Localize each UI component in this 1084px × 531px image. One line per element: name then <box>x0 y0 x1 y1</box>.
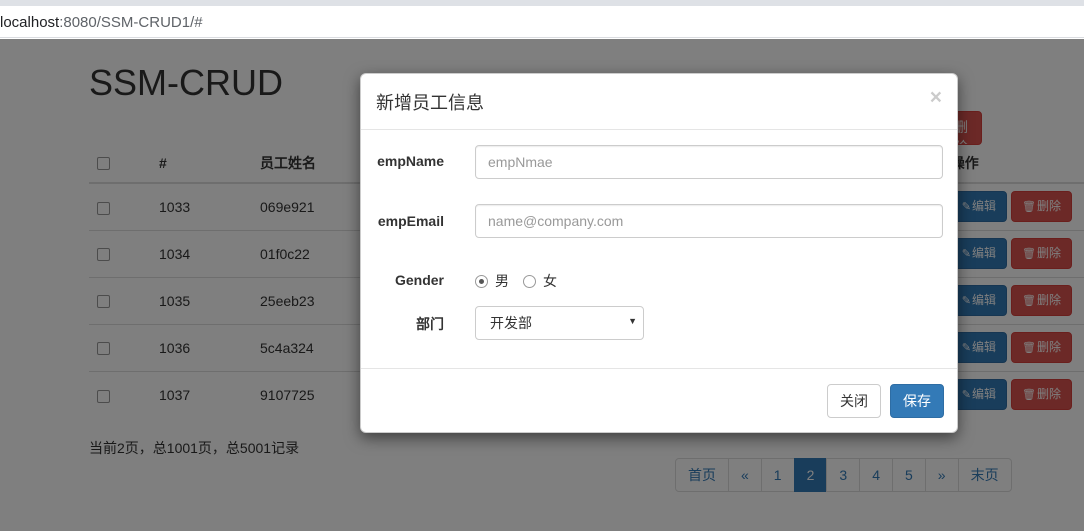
radio-unchecked-icon <box>523 274 536 288</box>
modal-body: empName empEmail Gender 男 女 部门 开发部 ▼ <box>361 130 957 368</box>
add-employee-modal: 新增员工信息 × empName empEmail Gender 男 女 部门 … <box>360 73 958 433</box>
emp-email-input[interactable] <box>475 204 943 238</box>
modal-close-icon[interactable]: × <box>930 86 942 110</box>
dept-label: 部门 <box>416 316 444 332</box>
gender-radio-female[interactable]: 女 <box>523 271 557 291</box>
gender-radio-male[interactable]: 男 <box>475 271 509 291</box>
radio-checked-icon <box>475 274 488 288</box>
url-host: localhost <box>0 14 60 31</box>
save-button[interactable]: 保存 <box>890 384 944 418</box>
dept-select[interactable]: 开发部 ▼ <box>475 306 644 340</box>
emp-name-input[interactable] <box>475 145 943 179</box>
dept-selected-value: 开发部 <box>490 315 532 331</box>
url-text[interactable]: localhost:8080/SSM-CRUD1/# <box>0 14 203 31</box>
modal-header: 新增员工信息 × <box>361 74 957 130</box>
gender-female-label: 女 <box>543 273 557 289</box>
emp-email-label: empEmail <box>377 213 444 229</box>
gender-male-label: 男 <box>495 273 509 289</box>
emp-name-label: empName <box>377 153 444 169</box>
close-button[interactable]: 关闭 <box>827 384 881 418</box>
gender-label: Gender <box>394 272 444 288</box>
url-path: :8080/SSM-CRUD1/# <box>59 14 203 31</box>
address-bar[interactable]: localhost:8080/SSM-CRUD1/# <box>0 6 1084 38</box>
dropdown-caret-icon: ▼ <box>628 316 637 326</box>
modal-title: 新增员工信息 <box>376 93 484 114</box>
modal-footer: 关闭 保存 <box>361 368 957 433</box>
